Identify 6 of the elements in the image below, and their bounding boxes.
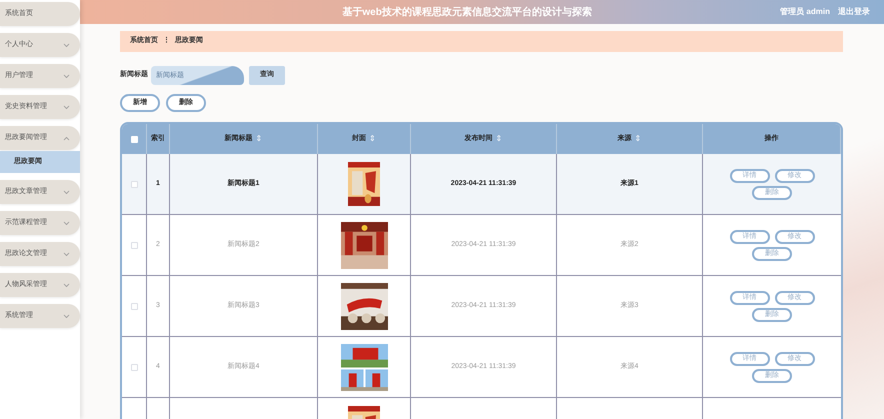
checkbox[interactable] [130, 364, 138, 370]
user-label: 管理员 admin [780, 6, 830, 18]
checkbox[interactable] [130, 302, 138, 310]
checkbox[interactable] [130, 180, 138, 188]
page-title: 基于web技术的课程思政元素信息交流平台的设计与探索 [342, 5, 592, 20]
checkbox[interactable] [130, 242, 138, 248]
